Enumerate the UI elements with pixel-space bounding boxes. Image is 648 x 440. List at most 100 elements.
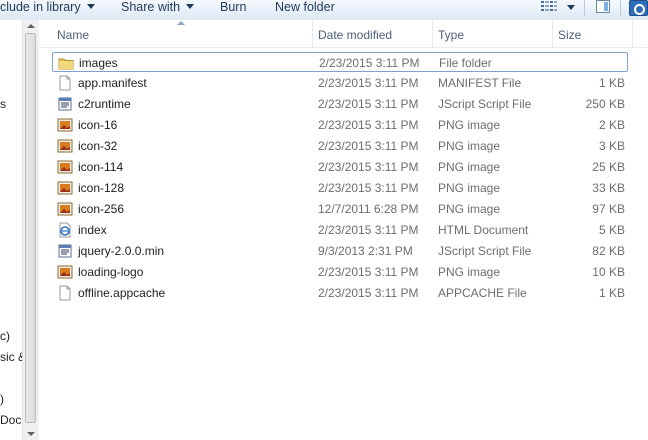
column-header-type[interactable]: Type <box>438 28 464 42</box>
file-date-modified: 2/23/2015 3:11 PM <box>318 286 419 300</box>
file-date-modified: 2/23/2015 3:11 PM <box>318 97 419 111</box>
scroll-down-arrow-icon[interactable] <box>27 432 35 436</box>
file-row[interactable]: index 2/23/2015 3:11 PM HTML Document 5 KB <box>52 220 628 240</box>
file-type: PNG image <box>438 265 501 279</box>
file-name: icon-114 <box>78 160 124 174</box>
file-date-modified: 2/23/2015 3:11 PM <box>318 265 419 279</box>
column-header-name[interactable]: Name <box>57 28 89 42</box>
view-options-chevron-icon[interactable] <box>567 5 575 10</box>
file-date-modified: 9/3/2013 2:31 PM <box>318 244 413 258</box>
file-date-modified: 12/7/2011 6:28 PM <box>318 202 419 216</box>
file-row[interactable]: icon-16 2/23/2015 3:11 PM PNG image 2 KB <box>52 115 628 135</box>
file-row[interactable]: icon-256 12/7/2011 6:28 PM PNG image 97 KB <box>52 199 628 219</box>
file-type: File folder <box>439 56 492 70</box>
column-header-date[interactable]: Date modified <box>318 28 392 42</box>
file-size: 5 KB <box>598 223 625 237</box>
file-type: JScript Script File <box>438 244 532 258</box>
file-row[interactable]: icon-128 2/23/2015 3:11 PM PNG image 33 KB <box>52 178 628 198</box>
new-folder-label: New folder <box>275 0 335 14</box>
column-divider[interactable] <box>552 20 553 47</box>
file-row[interactable]: app.manifest 2/23/2015 3:11 PM MANIFEST Fi… <box>52 73 628 93</box>
chevron-down-icon <box>186 4 195 9</box>
nav-item-fragment[interactable]: c) <box>0 329 10 343</box>
toolbar-divider <box>584 0 585 16</box>
nav-item-fragment[interactable]: Doc <box>0 413 21 427</box>
file-size: 250 KB <box>585 97 625 111</box>
file-type: PNG image <box>438 118 501 132</box>
file-name: images <box>79 56 118 70</box>
png-icon <box>57 160 73 174</box>
file-row[interactable]: jquery-2.0.0.min 9/3/2013 2:31 PM JScript … <box>52 241 628 261</box>
file-name: icon-256 <box>78 202 125 216</box>
navigation-pane: s c) sic & ) Doc <box>0 20 26 440</box>
folder-icon <box>58 58 74 70</box>
sort-ascending-icon <box>177 21 185 25</box>
script-icon <box>58 244 72 258</box>
html-icon <box>59 222 71 238</box>
file-row[interactable]: icon-32 2/23/2015 3:11 PM PNG image 3 KB <box>52 136 628 156</box>
file-size: 10 KB <box>592 265 625 279</box>
navigation-scrollbar[interactable] <box>22 20 39 440</box>
file-date-modified: 2/23/2015 3:11 PM <box>318 76 419 90</box>
file-name: loading-logo <box>78 265 144 279</box>
file-name: app.manifest <box>78 76 147 90</box>
file-row[interactable]: images 2/23/2015 3:11 PM File folder <box>52 52 628 72</box>
chevron-down-icon <box>86 4 95 9</box>
file-name: icon-16 <box>78 118 118 132</box>
file-type: PNG image <box>438 139 501 153</box>
burn-button[interactable]: Burn <box>220 0 246 16</box>
help-icon[interactable] <box>629 0 648 16</box>
file-size: 33 KB <box>592 181 625 195</box>
share-with-button[interactable]: Share with <box>121 0 195 16</box>
png-icon <box>57 202 73 216</box>
file-row[interactable]: loading-logo 2/23/2015 3:11 PM PNG image 10… <box>52 262 628 282</box>
file-name: index <box>78 223 107 237</box>
png-icon <box>57 265 73 279</box>
column-divider[interactable] <box>312 20 313 47</box>
file-size: 97 KB <box>592 202 625 216</box>
file-size: 1 KB <box>598 286 625 300</box>
scroll-up-arrow-icon[interactable] <box>27 24 35 28</box>
include-in-library-button[interactable]: clude in library <box>0 0 95 16</box>
include-in-library-label: clude in library <box>0 0 81 14</box>
file-type: PNG image <box>438 160 501 174</box>
share-with-label: Share with <box>121 0 181 14</box>
file-icon <box>59 285 71 301</box>
new-folder-button[interactable]: New folder <box>275 0 335 16</box>
file-name: jquery-2.0.0.min <box>78 244 165 258</box>
file-size: 2 KB <box>598 118 625 132</box>
file-icon <box>59 75 71 91</box>
file-date-modified: 2/23/2015 3:11 PM <box>318 118 419 132</box>
file-date-modified: 2/23/2015 3:11 PM <box>318 160 419 174</box>
file-size: 1 KB <box>598 76 625 90</box>
preview-pane-icon[interactable] <box>596 0 610 13</box>
file-type: JScript Script File <box>438 97 532 111</box>
column-header-size[interactable]: Size <box>558 28 581 42</box>
file-type: APPCACHE File <box>438 286 527 300</box>
file-date-modified: 2/23/2015 3:11 PM <box>319 56 420 70</box>
file-type: HTML Document <box>438 223 529 237</box>
file-size: 25 KB <box>592 160 625 174</box>
file-row[interactable]: offline.appcache 2/23/2015 3:11 PM APPCACH… <box>52 283 628 303</box>
nav-item-fragment[interactable]: s <box>0 97 6 111</box>
file-name: c2runtime <box>78 97 131 111</box>
burn-label: Burn <box>220 0 247 14</box>
file-date-modified: 2/23/2015 3:11 PM <box>318 181 419 195</box>
png-icon <box>57 181 73 195</box>
file-type: PNG image <box>438 202 501 216</box>
change-view-icon[interactable] <box>541 1 557 13</box>
column-divider[interactable] <box>432 20 433 47</box>
script-icon <box>58 97 72 111</box>
file-row[interactable]: icon-114 2/23/2015 3:11 PM PNG image 25 KB <box>52 157 628 177</box>
file-name: offline.appcache <box>78 286 166 300</box>
file-type: MANIFEST File <box>438 76 522 90</box>
file-list: Name Date modified Type Size images 2/23/… <box>39 20 648 440</box>
file-size: 82 KB <box>592 244 625 258</box>
scrollbar-thumb[interactable] <box>25 33 36 423</box>
column-header-bar: Name Date modified Type Size <box>39 20 648 48</box>
nav-item-fragment[interactable]: ) <box>0 392 4 406</box>
file-date-modified: 2/23/2015 3:11 PM <box>318 223 419 237</box>
file-row[interactable]: c2runtime 2/23/2015 3:11 PM JScript Script… <box>52 94 628 114</box>
column-divider[interactable] <box>632 20 633 47</box>
png-icon <box>57 118 73 132</box>
